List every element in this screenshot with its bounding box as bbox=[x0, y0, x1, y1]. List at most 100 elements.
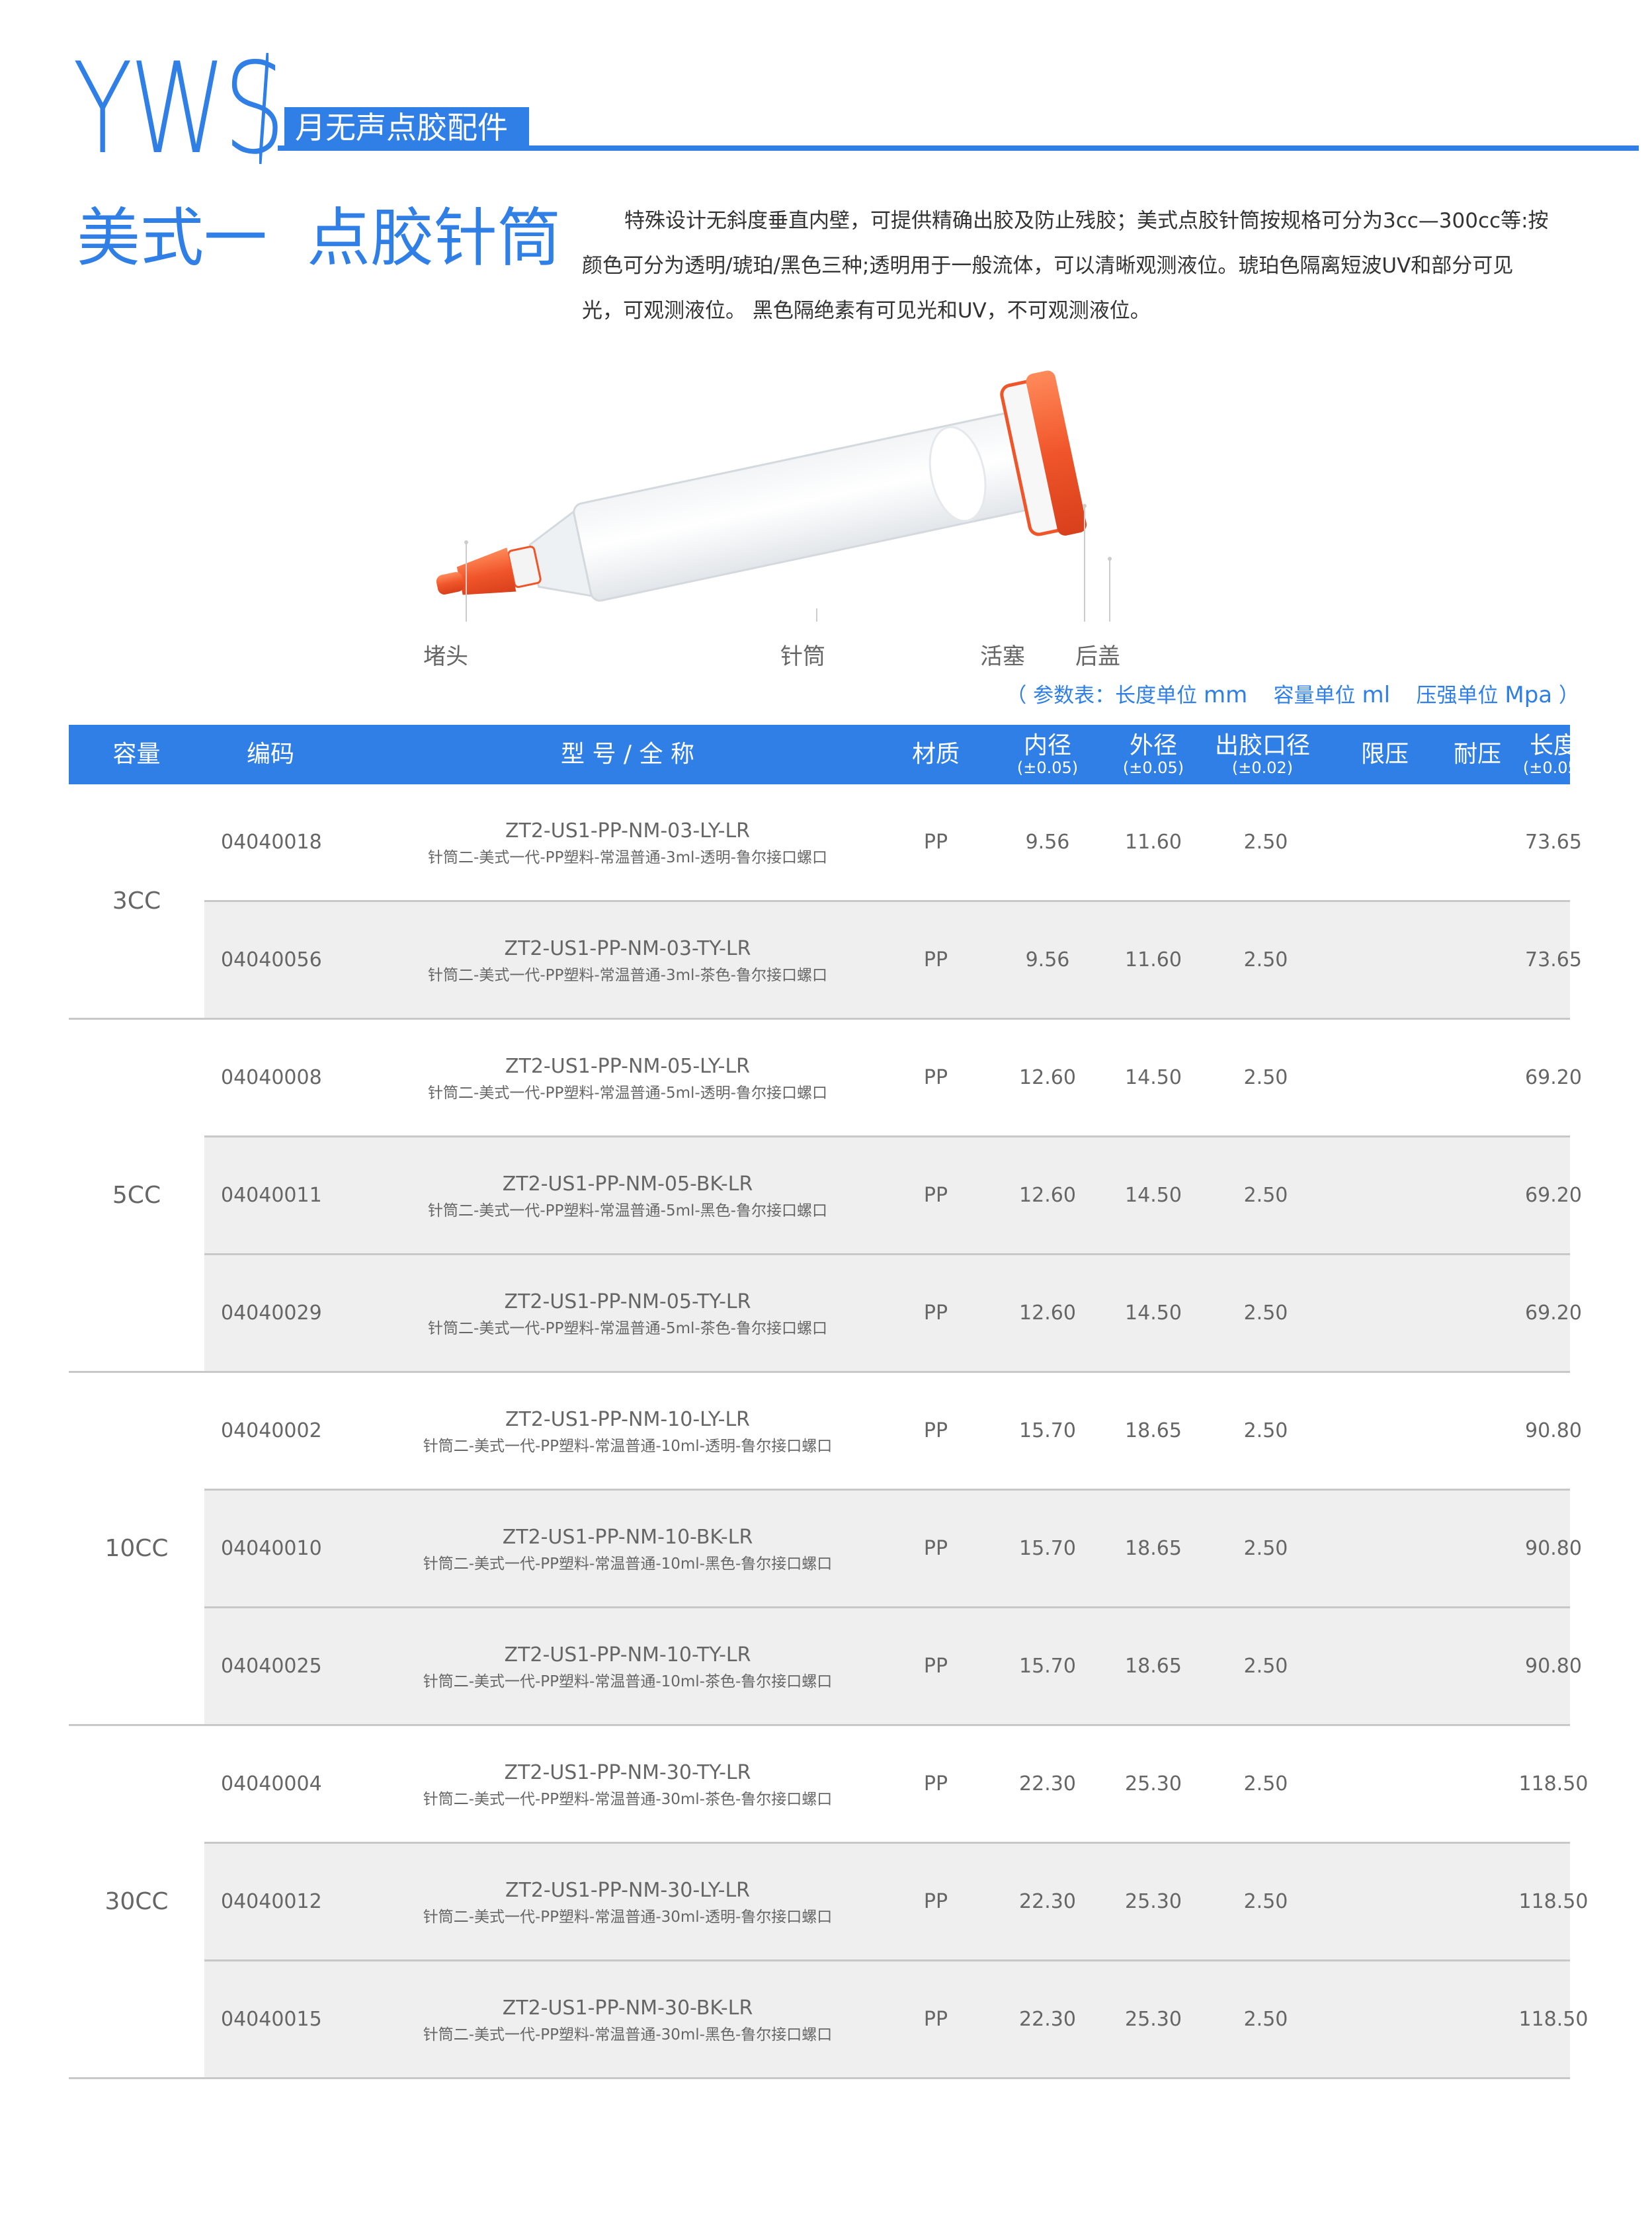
cell-inner-diameter: 9.56 bbox=[1025, 948, 1070, 971]
cell-length: 69.20 bbox=[1525, 1066, 1582, 1089]
product-description: 特殊设计无斜度垂直内壁，可提供精确出胶及防止残胶；美式点胶针筒按规格可分为3cc… bbox=[582, 209, 1549, 323]
cell-capacity: 10CC bbox=[104, 1535, 169, 1562]
cell-code: 04040025 bbox=[221, 1655, 322, 1678]
cell-model: ZT2-US1-PP-NM-30-BK-LR 针筒二-美式一代-PP塑料-常温普… bbox=[403, 1961, 852, 2077]
cell-length: 69.20 bbox=[1525, 1184, 1582, 1207]
cell-outlet-diameter: 2.50 bbox=[1243, 1890, 1288, 1913]
cell-outer-diameter: 11.60 bbox=[1125, 948, 1182, 971]
brand-slash bbox=[259, 52, 268, 165]
cell-model-number: ZT2-US1-PP-NM-10-BK-LR bbox=[502, 1525, 753, 1549]
cell-model: ZT2-US1-PP-NM-30-TY-LR 针筒二-美式一代-PP塑料-常温普… bbox=[403, 1726, 852, 1842]
cell-length: 90.80 bbox=[1525, 1537, 1582, 1560]
cell-code: 04040012 bbox=[221, 1890, 322, 1913]
cell-model: ZT2-US1-PP-NM-03-LY-LR 针筒二-美式一代-PP塑料-常温普… bbox=[403, 784, 852, 900]
cell-model: ZT2-US1-PP-NM-30-LY-LR 针筒二-美式一代-PP塑料-常温普… bbox=[403, 1844, 852, 1959]
cell-length: 73.65 bbox=[1525, 831, 1582, 854]
col-outer-diameter: 外径 (±0.05) bbox=[1122, 732, 1184, 777]
cell-model: ZT2-US1-PP-NM-10-BK-LR 针筒二-美式一代-PP塑料-常温普… bbox=[403, 1491, 852, 1606]
cell-model-number: ZT2-US1-PP-NM-30-BK-LR bbox=[502, 1996, 753, 2020]
table-row: 04040004 ZT2-US1-PP-NM-30-TY-LR 针筒二-美式一代… bbox=[204, 1726, 1588, 1844]
cell-code: 04040018 bbox=[221, 831, 322, 854]
capacity-group: 30CC 04040004 ZT2-US1-PP-NM-30-TY-LR 针筒二… bbox=[69, 1726, 1588, 2079]
cell-length: 90.80 bbox=[1525, 1655, 1582, 1678]
cell-model-number: ZT2-US1-PP-NM-30-TY-LR bbox=[504, 1760, 751, 1784]
cell-model: ZT2-US1-PP-NM-05-BK-LR 针筒二-美式一代-PP塑料-常温普… bbox=[403, 1137, 852, 1253]
spec-table-header: 容量 编码 型 号 / 全 称 材质 内径 (±0.05) 外径 (±0.05) 出… bbox=[69, 725, 1584, 784]
cell-outlet-diameter: 2.50 bbox=[1243, 948, 1288, 971]
cell-code: 04040010 bbox=[221, 1537, 322, 1560]
cell-material: PP bbox=[923, 948, 948, 971]
cell-capacity: 3CC bbox=[112, 887, 161, 915]
table-row: 04040015 ZT2-US1-PP-NM-30-BK-LR 针筒二-美式一代… bbox=[204, 1961, 1588, 2077]
cell-material: PP bbox=[923, 1537, 948, 1560]
col-length: 长度 (±0.05) bbox=[1522, 732, 1585, 777]
cell-inner-diameter: 12.60 bbox=[1019, 1301, 1076, 1325]
cell-inner-diameter: 22.30 bbox=[1019, 2008, 1076, 2031]
cell-outlet-diameter: 2.50 bbox=[1243, 1655, 1288, 1678]
cell-code: 04040004 bbox=[221, 1772, 322, 1795]
cell-material: PP bbox=[923, 1419, 948, 1442]
cell-code: 04040008 bbox=[221, 1066, 322, 1089]
cell-outer-diameter: 18.65 bbox=[1125, 1419, 1182, 1442]
cell-full-name: 针筒二-美式一代-PP塑料-常温普通-5ml-透明-鲁尔接口螺口 bbox=[428, 1084, 827, 1102]
cell-inner-diameter: 15.70 bbox=[1019, 1537, 1076, 1560]
syringe-illustration bbox=[436, 370, 1112, 622]
cell-full-name: 针筒二-美式一代-PP塑料-常温普通-30ml-茶色-鲁尔接口螺口 bbox=[423, 1790, 833, 1808]
col-inner-diameter: 内径 (±0.05) bbox=[1016, 732, 1079, 777]
capacity-group: 10CC 04040002 ZT2-US1-PP-NM-10-LY-LR 针筒二… bbox=[69, 1373, 1582, 1726]
cell-outlet-diameter: 2.50 bbox=[1243, 1419, 1288, 1442]
cell-material: PP bbox=[923, 1772, 948, 1795]
table-row: 04040056 ZT2-US1-PP-NM-03-TY-LR 针筒二-美式一代… bbox=[204, 902, 1582, 1018]
cell-full-name: 针筒二-美式一代-PP塑料-常温普通-30ml-黑色-鲁尔接口螺口 bbox=[423, 2026, 833, 2043]
table-row: 04040029 ZT2-US1-PP-NM-05-TY-LR 针筒二-美式一代… bbox=[204, 1255, 1582, 1371]
capacity-group: 5CC 04040008 ZT2-US1-PP-NM-05-LY-LR 针筒二-… bbox=[69, 1020, 1582, 1373]
params-length-unit: mm bbox=[1203, 682, 1248, 708]
cell-outer-diameter: 18.65 bbox=[1125, 1655, 1182, 1678]
cell-model: ZT2-US1-PP-NM-05-TY-LR 针筒二-美式一代-PP塑料-常温普… bbox=[403, 1255, 852, 1371]
cell-length: 118.50 bbox=[1518, 1772, 1589, 1795]
brand-logo-text: YWS bbox=[73, 36, 286, 182]
table-row: 04040025 ZT2-US1-PP-NM-10-TY-LR 针筒二-美式一代… bbox=[204, 1608, 1582, 1724]
cell-code: 04040002 bbox=[221, 1419, 322, 1442]
cell-model-number: ZT2-US1-PP-NM-10-TY-LR bbox=[504, 1643, 751, 1667]
cell-outer-diameter: 25.30 bbox=[1125, 1890, 1182, 1913]
cell-outlet-diameter: 2.50 bbox=[1243, 1301, 1288, 1325]
cell-full-name: 针筒二-美式一代-PP塑料-常温普通-3ml-透明-鲁尔接口螺口 bbox=[428, 848, 827, 866]
cell-outer-diameter: 14.50 bbox=[1125, 1301, 1182, 1325]
cell-model-number: ZT2-US1-PP-NM-30-LY-LR bbox=[505, 1878, 751, 1902]
cell-length: 73.65 bbox=[1525, 948, 1582, 971]
cell-outer-diameter: 25.30 bbox=[1125, 1772, 1182, 1795]
cell-outlet-diameter: 2.50 bbox=[1243, 1066, 1288, 1089]
cell-code: 04040029 bbox=[221, 1301, 322, 1325]
params-pressure-unit: Mpa bbox=[1505, 682, 1553, 708]
cell-inner-diameter: 12.60 bbox=[1019, 1066, 1076, 1089]
cell-model: ZT2-US1-PP-NM-03-TY-LR 针筒二-美式一代-PP塑料-常温普… bbox=[403, 902, 852, 1018]
cell-full-name: 针筒二-美式一代-PP塑料-常温普通-5ml-黑色-鲁尔接口螺口 bbox=[428, 1202, 827, 1219]
cell-inner-diameter: 9.56 bbox=[1025, 831, 1070, 854]
cell-full-name: 针筒二-美式一代-PP塑料-常温普通-3ml-茶色-鲁尔接口螺口 bbox=[428, 966, 827, 984]
capacity-group: 3CC 04040018 ZT2-US1-PP-NM-03-LY-LR 针筒二-… bbox=[69, 784, 1582, 1020]
cell-code: 04040011 bbox=[221, 1184, 322, 1207]
params-close: ） bbox=[1559, 684, 1579, 708]
cell-material: PP bbox=[923, 1890, 948, 1913]
cell-length: 118.50 bbox=[1518, 2008, 1589, 2031]
title-part-2: 点胶针筒 bbox=[307, 201, 561, 275]
cell-capacity: 30CC bbox=[104, 1888, 169, 1915]
table-row: 04040008 ZT2-US1-PP-NM-05-LY-LR 针筒二-美式一代… bbox=[204, 1020, 1582, 1137]
cell-model-number: ZT2-US1-PP-NM-05-TY-LR bbox=[504, 1290, 751, 1313]
params-capacity-unit: ml bbox=[1362, 682, 1391, 708]
cell-model: ZT2-US1-PP-NM-05-LY-LR 针筒二-美式一代-PP塑料-常温普… bbox=[403, 1020, 852, 1135]
cell-outer-diameter: 25.30 bbox=[1125, 2008, 1182, 2031]
cell-model-number: ZT2-US1-PP-NM-03-LY-LR bbox=[505, 819, 751, 843]
label-barrel: 针筒 bbox=[780, 643, 825, 670]
cell-inner-diameter: 15.70 bbox=[1019, 1655, 1076, 1678]
cell-full-name: 针筒二-美式一代-PP塑料-常温普通-10ml-茶色-鲁尔接口螺口 bbox=[423, 1672, 833, 1690]
cell-inner-diameter: 22.30 bbox=[1019, 1772, 1076, 1795]
cell-outer-diameter: 14.50 bbox=[1125, 1184, 1182, 1207]
params-capacity-label: 容量单位 bbox=[1273, 684, 1356, 708]
cell-material: PP bbox=[923, 1301, 948, 1325]
col-material: 材质 bbox=[911, 741, 960, 768]
cell-material: PP bbox=[923, 1184, 948, 1207]
cell-outlet-diameter: 2.50 bbox=[1243, 1184, 1288, 1207]
cell-model-number: ZT2-US1-PP-NM-10-LY-LR bbox=[505, 1407, 751, 1431]
